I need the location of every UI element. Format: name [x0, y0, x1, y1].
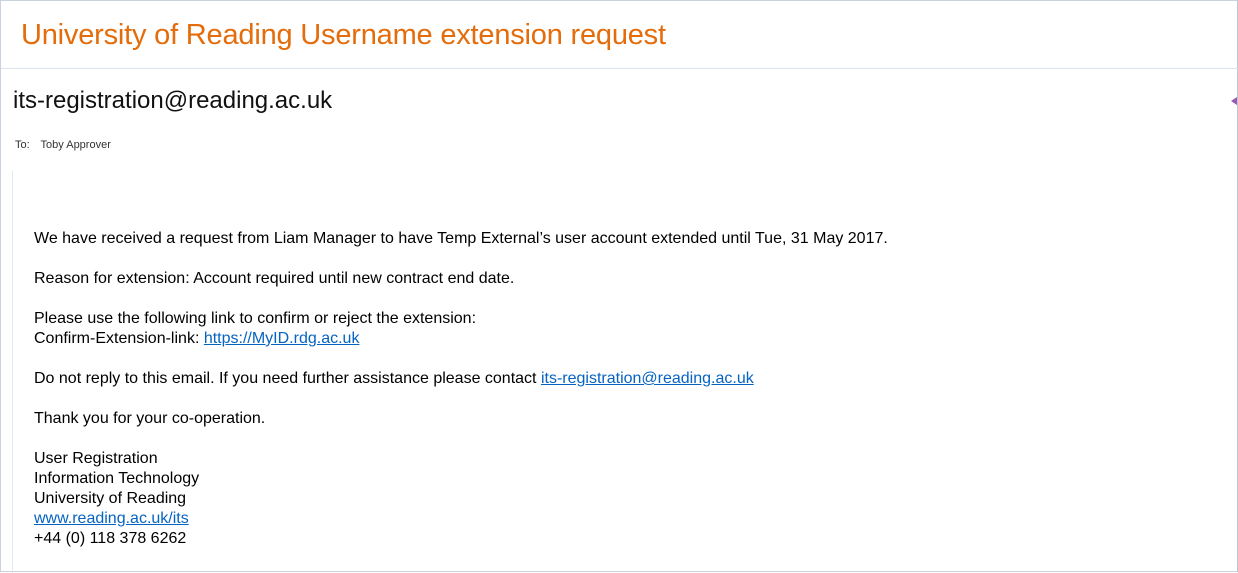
email-subject: University of Reading Username extension… [21, 19, 666, 51]
expand-arrow-icon[interactable] [1231, 97, 1237, 105]
signature-block: User Registration Information Technology… [34, 449, 888, 549]
to-label: To: [15, 139, 30, 151]
body-paragraph-confirm: Please use the following link to confirm… [34, 309, 888, 349]
body-paragraph-contact: Do not reply to this email. If you need … [34, 369, 888, 389]
contact-text: Do not reply to this email. If you need … [34, 370, 541, 387]
confirm-extension-link[interactable]: https://MyID.rdg.ac.uk [204, 330, 360, 347]
email-sender[interactable]: its-registration@reading.ac.uk [13, 87, 332, 115]
confirm-instruction: Please use the following link to confirm… [34, 310, 477, 327]
signature-line-3: University of Reading [34, 490, 187, 507]
body-paragraph-request: We have received a request from Liam Man… [34, 230, 888, 247]
body-left-border [12, 171, 13, 573]
signature-phone: +44 (0) 118 378 6262 [34, 530, 187, 547]
recipient-name[interactable]: Toby Approver [41, 139, 111, 151]
contact-email-link[interactable]: its-registration@reading.ac.uk [541, 370, 754, 387]
signature-line-1: User Registration [34, 450, 158, 467]
recipient-line: To: Toby Approver [15, 139, 111, 151]
signature-website-link[interactable]: www.reading.ac.uk/its [34, 509, 888, 529]
email-body: We have received a request from Liam Man… [34, 229, 888, 549]
signature-line-2: Information Technology [34, 470, 200, 487]
body-paragraph-reason: Reason for extension: Account required u… [34, 270, 515, 287]
header-divider [1, 68, 1238, 69]
email-reading-pane: University of Reading Username extension… [0, 0, 1238, 573]
body-paragraph-thanks: Thank you for your co-operation. [34, 410, 266, 427]
confirm-link-label: Confirm-Extension-link: [34, 330, 204, 347]
